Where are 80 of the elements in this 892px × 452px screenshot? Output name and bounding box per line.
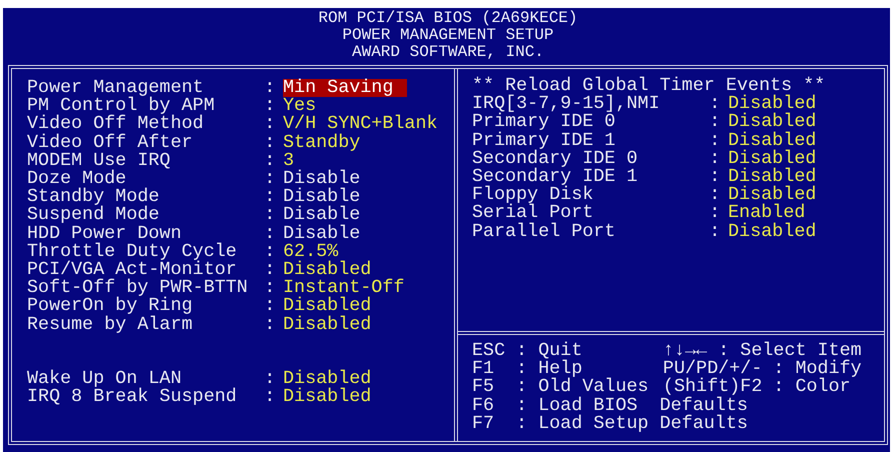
title-text: POWER MANAGEMENT SETUP: [342, 27, 554, 44]
setting-label: Doze Mode: [27, 170, 126, 188]
colon: :: [264, 188, 276, 206]
setting-label: IRQ 8 Break Suspend: [27, 388, 238, 407]
setting-label: Video Off Method: [27, 115, 205, 134]
help-text: F7 : Load Setup Defaults: [472, 414, 748, 434]
help-text: F1 : Help: [472, 360, 582, 378]
setting-label: Serial Port: [472, 204, 594, 223]
colon: :: [264, 297, 276, 316]
setting-label: Standby Mode: [27, 188, 160, 206]
setting-label: PCI/VGA Act-Monitor: [27, 261, 237, 280]
setting-label: Throttle Duty Cycle: [27, 242, 238, 262]
colon: :: [709, 150, 722, 168]
setting-label: Primary IDE 0: [472, 113, 616, 132]
setting-value[interactable]: Standby: [283, 134, 360, 152]
colon: :: [709, 222, 722, 241]
setting-value[interactable]: V/H SYNC+Blank: [283, 115, 438, 134]
section-heading: ** Reload Global Timer Events **: [472, 77, 826, 96]
colon: :: [709, 186, 722, 204]
colon: :: [709, 204, 722, 223]
colon: :: [709, 132, 722, 150]
setting-label: Primary IDE 1: [472, 132, 616, 150]
setting-label: HDD Power Down: [27, 224, 182, 243]
colon: :: [264, 316, 276, 334]
colon: :: [709, 168, 722, 186]
setting-label: Secondary IDE 0: [472, 150, 639, 168]
setting-value[interactable]: Disabled: [283, 388, 372, 407]
colon: :: [264, 206, 276, 225]
setting-label: PowerOn by Ring: [27, 297, 194, 316]
setting-label: MODEM Use IRQ: [27, 152, 172, 170]
help-text: ↑↓→← : Select Item: [662, 342, 862, 360]
colon: :: [264, 224, 276, 243]
colon: :: [709, 113, 722, 132]
setting-value[interactable]: Yes: [283, 97, 316, 116]
setting-value[interactable]: Disabled: [728, 132, 816, 150]
setting-value[interactable]: Disabled: [283, 261, 372, 280]
setting-value[interactable]: Disabled: [283, 297, 372, 316]
setting-value[interactable]: Disabled: [728, 222, 816, 241]
setting-value[interactable]: Disabled: [728, 150, 816, 168]
colon: :: [709, 95, 722, 114]
colon: :: [264, 134, 276, 152]
colon: :: [264, 279, 276, 298]
title-text: ROM PCI/ISA BIOS (2A69KECE): [318, 10, 578, 27]
setting-label: Suspend Mode: [27, 206, 160, 225]
colon: :: [264, 388, 276, 407]
colon: :: [264, 79, 276, 98]
setting-label: Floppy Disk: [472, 186, 594, 204]
setting-value[interactable]: Min Saving: [283, 79, 407, 98]
help-text: (Shift)F2 : Color: [662, 378, 851, 397]
setting-value[interactable]: Disabled: [283, 370, 372, 388]
setting-label: PM Control by APM: [27, 97, 216, 116]
colon: :: [264, 152, 276, 170]
setting-value[interactable]: Instant-Off: [283, 279, 404, 298]
setting-label: Resume by Alarm: [27, 316, 194, 334]
setting-label: Soft-Off by PWR-BTTN: [27, 279, 249, 298]
help-text: F5 : Old Values: [472, 378, 650, 397]
setting-label: Power Management: [27, 79, 204, 98]
help-text: F6 : Load BIOS Defaults: [472, 396, 748, 415]
setting-label: Video Off After: [27, 134, 194, 152]
colon: :: [264, 261, 276, 280]
setting-value[interactable]: Disabled: [728, 113, 816, 132]
setting-value[interactable]: Disabled: [283, 316, 372, 334]
setting-value[interactable]: Disabled: [728, 186, 816, 204]
colon: :: [264, 242, 276, 262]
setting-label: Parallel Port: [472, 222, 616, 241]
setting-value[interactable]: Disabled: [728, 95, 816, 114]
setting-label: Wake Up On LAN: [27, 370, 182, 388]
setting-value[interactable]: Disabled: [728, 168, 816, 186]
colon: :: [264, 97, 276, 116]
setting-value[interactable]: Enabled: [728, 204, 806, 223]
setting-label: Secondary IDE 1: [472, 168, 639, 186]
help-text: ESC : Quit: [472, 342, 584, 360]
setting-value[interactable]: 3: [283, 152, 294, 170]
setting-value[interactable]: 62.5%: [283, 242, 338, 262]
colon: :: [264, 170, 276, 188]
help-text: PU/PD/+/- : Modify: [662, 360, 862, 378]
title-text: AWARD SOFTWARE, INC.: [352, 44, 544, 61]
colon: :: [264, 370, 276, 388]
colon: :: [264, 115, 276, 134]
setting-label: IRQ[3-7,9-15],NMI: [472, 95, 661, 114]
